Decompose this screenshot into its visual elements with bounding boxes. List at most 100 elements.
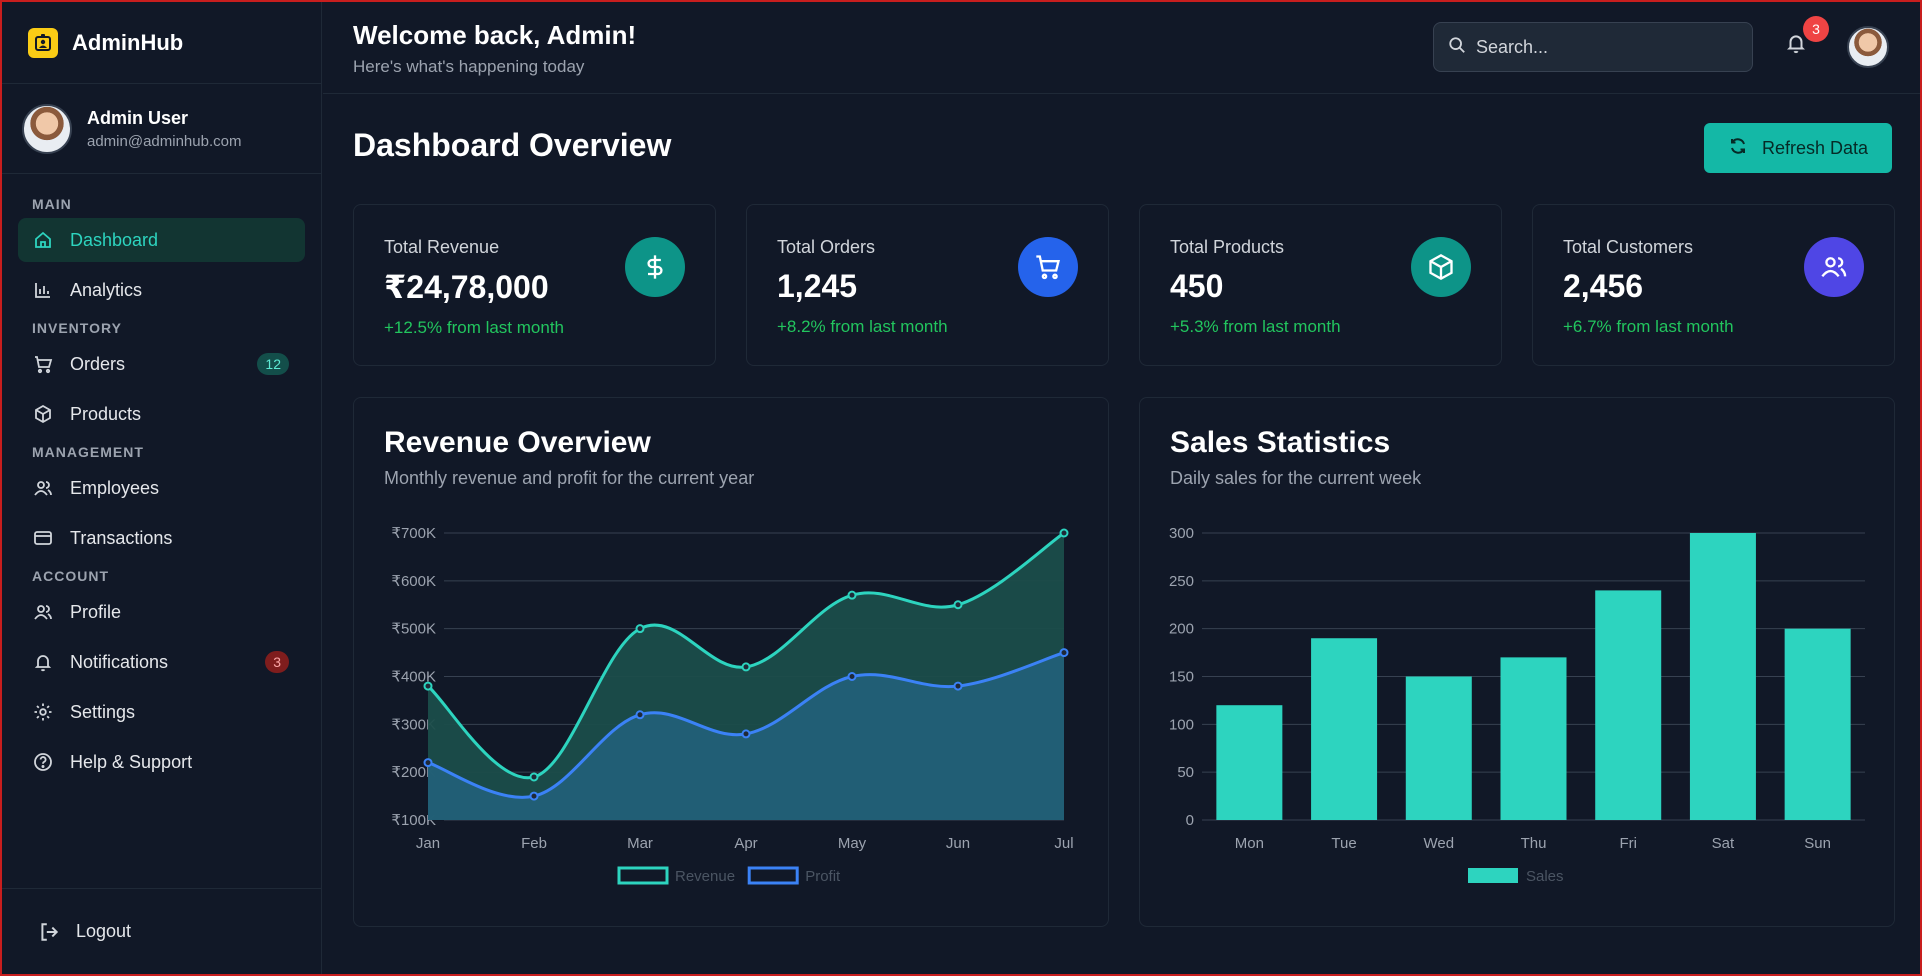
notification-bell-button[interactable] (1785, 32, 1807, 59)
avatar (22, 103, 72, 154)
refresh-label: Refresh Data (1761, 137, 1869, 158)
bell-icon (1785, 35, 1807, 58)
brand-name: AdminHub (72, 29, 184, 55)
data-point (847, 590, 857, 600)
logout-label: Logout (76, 921, 132, 941)
stat-change: +8.2% from last month (777, 317, 948, 336)
stat-card-orders: Total Orders 1,245 +8.2% from last month (746, 204, 1109, 366)
data-point (529, 791, 539, 801)
user-name: Admin User (87, 107, 189, 128)
sidebar-item-settings[interactable]: Settings (18, 690, 305, 734)
x-tick-label: Tue (1331, 835, 1356, 852)
sidebar: AdminHub Admin User admin@adminhub.com M… (2, 2, 322, 974)
revenue-chart: ₹100K₹200K₹300K₹400K₹500K₹600K₹700KJan Fe… (391, 525, 1073, 885)
sales-chart-card: Sales Statistics Daily sales for the cur… (1139, 397, 1895, 927)
data-point (953, 681, 963, 691)
sidebar-item-label: Analytics (70, 279, 143, 300)
y-tick-label: ₹700K (391, 525, 436, 542)
y-tick-label: 50 (1177, 764, 1194, 781)
refresh-icon (1728, 136, 1748, 161)
page-title: Dashboard Overview (353, 127, 672, 163)
sales-chart: 0 50 100 150 200 250 300 Mon Tue Wed Thu Fri Sat Sun S… (1169, 525, 1865, 885)
data-point (741, 729, 751, 739)
sidebar-item-analytics[interactable]: Analytics (18, 268, 305, 312)
data-point (529, 772, 539, 782)
logout-icon (38, 921, 60, 943)
sidebar-item-orders[interactable]: Orders 12 (18, 342, 305, 386)
legend-label: Revenue (675, 868, 735, 885)
sidebar-item-employees[interactable]: Employees (18, 466, 305, 510)
sidebar-item-transactions[interactable]: Transactions (18, 516, 305, 560)
search-box[interactable] (1433, 22, 1753, 72)
data-point (1059, 528, 1069, 538)
bar-fri (1595, 590, 1662, 820)
user-profile-summary[interactable]: Admin User admin@adminhub.com (2, 84, 321, 174)
bar-sat (1689, 533, 1756, 820)
users-icon (1804, 237, 1864, 297)
data-point (635, 624, 645, 634)
bell-icon (32, 651, 54, 673)
x-tick-label: Wed (1423, 835, 1454, 852)
legend-swatch (747, 866, 799, 885)
data-point (953, 600, 963, 610)
x-tick-label: Fri (1619, 835, 1637, 852)
sidebar-item-label: Profile (70, 601, 122, 622)
credit-card-icon (32, 527, 54, 549)
brand[interactable]: AdminHub (2, 2, 321, 84)
bar-thu (1500, 657, 1567, 820)
x-tick-label: Thu (1521, 835, 1547, 852)
x-tick-label: Jan (416, 835, 440, 852)
main-content: Dashboard Overview Refresh Data Total Re… (323, 95, 1920, 974)
sidebar-item-help[interactable]: Help & Support (18, 740, 305, 784)
stat-card-revenue: Total Revenue ₹24,78,000 +12.5% from las… (353, 204, 716, 366)
badge-icon (28, 27, 58, 58)
sidebar-item-label: Dashboard (70, 229, 159, 250)
users-icon (32, 477, 54, 499)
search-icon (1448, 36, 1466, 59)
revenue-chart-card: Revenue Overview Monthly revenue and pro… (353, 397, 1109, 927)
user-icon (32, 601, 54, 623)
stat-change: +5.3% from last month (1170, 317, 1341, 336)
data-point (423, 681, 433, 691)
x-tick-label: Mar (627, 835, 653, 852)
logout-button[interactable]: Logout (2, 888, 321, 974)
nav-section-inventory: INVENTORY (32, 320, 122, 336)
sidebar-item-dashboard[interactable]: Dashboard (18, 218, 305, 262)
x-tick-label: Mon (1235, 835, 1264, 852)
stat-card-products: Total Products 450 +5.3% from last month (1139, 204, 1502, 366)
y-tick-label: 0 (1186, 812, 1194, 829)
sidebar-item-products[interactable]: Products (18, 392, 305, 436)
legend-label: Profit (805, 868, 841, 885)
help-icon (32, 751, 54, 773)
x-tick-label: Sun (1804, 835, 1831, 852)
gear-icon (32, 701, 54, 723)
welcome-subtitle: Here's what's happening today (353, 57, 585, 76)
nav-section-management: MANAGEMENT (32, 444, 144, 460)
user-email: admin@adminhub.com (87, 132, 242, 150)
sidebar-item-label: Settings (70, 701, 136, 722)
nav-section-account: ACCOUNT (32, 568, 109, 584)
sidebar-item-label: Products (70, 403, 142, 424)
x-tick-label: May (838, 835, 867, 852)
welcome-title: Welcome back, Admin! (353, 20, 637, 50)
y-tick-label: 200 (1169, 621, 1194, 638)
sidebar-item-label: Orders (70, 353, 126, 374)
legend-label: Sales (1526, 868, 1564, 885)
y-tick-label: 250 (1169, 573, 1194, 590)
data-point (635, 710, 645, 720)
header-avatar[interactable] (1847, 26, 1889, 68)
x-tick-label: Feb (521, 835, 547, 852)
sidebar-item-label: Transactions (70, 527, 173, 548)
stat-card-customers: Total Customers 2,456 +6.7% from last mo… (1532, 204, 1895, 366)
sidebar-item-notifications[interactable]: Notifications 3 (18, 640, 305, 684)
sidebar-item-profile[interactable]: Profile (18, 590, 305, 634)
home-icon (32, 229, 54, 251)
x-tick-label: Jul (1054, 835, 1073, 852)
data-point (741, 662, 751, 672)
y-tick-label: ₹500K (391, 621, 436, 638)
search-input[interactable] (1476, 36, 1736, 58)
refresh-data-button[interactable]: Refresh Data (1704, 123, 1892, 173)
y-tick-label: 150 (1169, 669, 1194, 686)
x-tick-label: Apr (734, 835, 757, 852)
top-header: Welcome back, Admin! Here's what's happe… (323, 2, 1920, 94)
